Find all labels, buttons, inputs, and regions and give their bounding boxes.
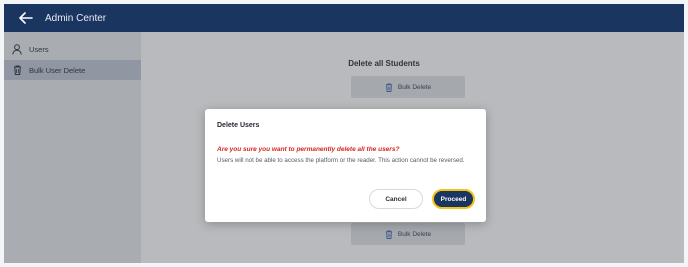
trash-icon [385,230,393,239]
cancel-button[interactable]: Cancel [369,189,423,209]
top-bar: Admin Center [4,4,684,32]
back-button[interactable] [12,4,40,32]
bulk-delete-button[interactable]: Bulk Delete [351,76,465,98]
admin-app: Admin Center Users Bulk User Delete Dele… [4,4,684,263]
dialog-title: Delete Users [217,122,260,129]
user-icon [11,43,23,55]
trash-icon [11,64,23,76]
sidebar-item-bulk-user-delete[interactable]: Bulk User Delete [4,60,141,80]
bulk-delete-button[interactable]: Bulk Delete [351,223,465,245]
dialog-warning: Are you sure you want to permanently del… [217,146,400,153]
delete-users-dialog: Delete Users Are you sure you want to pe… [205,109,486,222]
proceed-button[interactable]: Proceed [432,189,475,209]
arrow-left-icon [19,12,33,24]
sidebar-item-users[interactable]: Users [4,39,141,59]
sidebar-item-label: Users [29,44,49,54]
section-title: Delete all Students [348,59,420,68]
sidebar: Users Bulk User Delete [4,32,141,263]
bulk-delete-label: Bulk Delete [397,83,432,91]
trash-icon [385,83,393,92]
app-title: Admin Center [45,12,107,24]
bulk-delete-label: Bulk Delete [397,230,432,238]
sidebar-item-label: Bulk User Delete [29,65,86,75]
dialog-body: Users will not be able to access the pla… [217,157,465,164]
